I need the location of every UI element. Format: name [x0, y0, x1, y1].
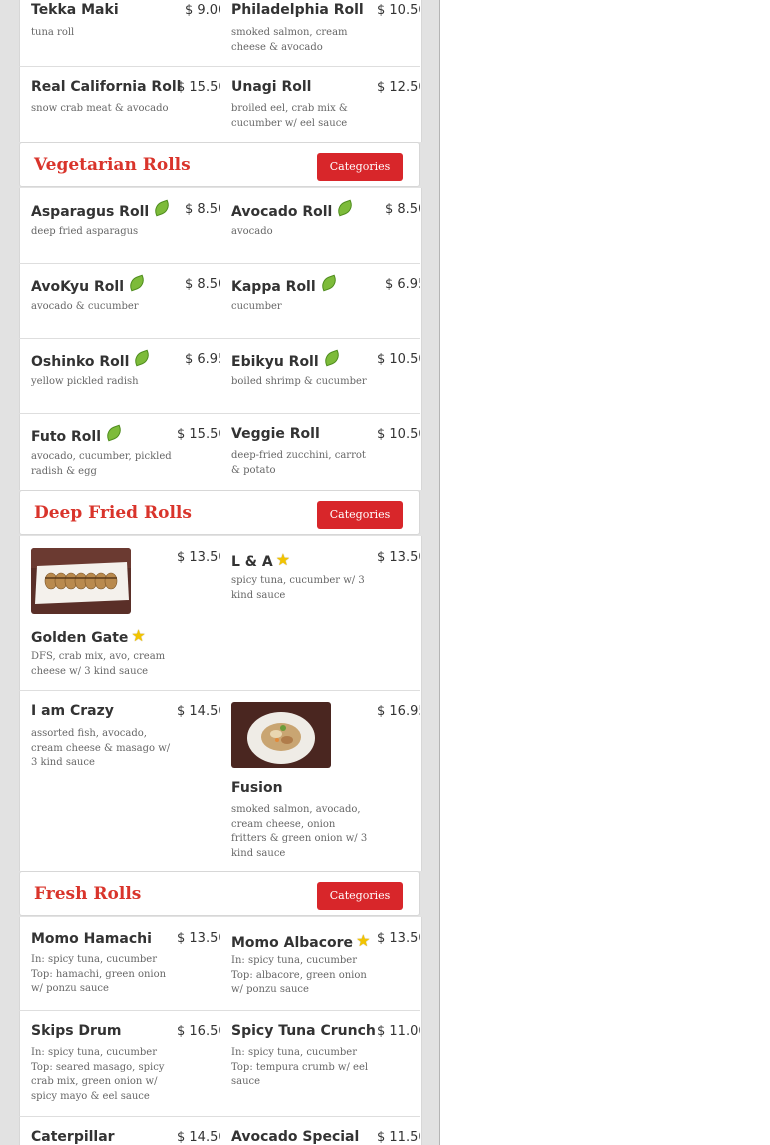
item-name: Ebikyu Roll	[231, 349, 342, 370]
item-name: Avocado Roll	[231, 199, 355, 220]
item-name: Momo Albacore ★	[231, 931, 371, 951]
item-name: Oshinko Roll	[31, 349, 152, 370]
section-header-vegetarian: Vegetarian Rolls Categories	[19, 142, 420, 187]
item-price: $ 15.50	[177, 80, 220, 95]
section-title: Fresh Rolls	[34, 884, 142, 904]
item-description: avocado & cucumber	[31, 301, 139, 312]
item-description: snow crab meat & avocado	[31, 103, 169, 114]
item-price: $ 11.50	[377, 1130, 420, 1145]
item-description: avocado, cucumber, pickled radish & egg	[31, 451, 172, 477]
row-divider	[19, 66, 420, 67]
star-icon: ★	[131, 626, 146, 645]
row-divider	[19, 338, 420, 339]
item-description: In: spicy tuna, cucumber Top: seared mas…	[31, 1047, 165, 1102]
item-description: yellow pickled radish	[31, 376, 139, 387]
fusion-photo[interactable]	[231, 702, 331, 768]
item-name: Philadelphia Roll	[231, 2, 364, 18]
item-price: $ 10.50	[377, 352, 420, 367]
row-divider	[19, 1116, 420, 1117]
item-name: Futo Roll	[31, 424, 124, 445]
item-description: In: spicy tuna, cucumber Top: hamachi, g…	[31, 954, 167, 994]
row-divider	[19, 413, 420, 414]
item-price: $ 8.50	[385, 202, 420, 217]
item-name: Avocado Special	[231, 1129, 360, 1145]
item-price: $ 10.50	[377, 427, 420, 442]
vegetarian-leaf-icon	[132, 349, 152, 367]
item-price: $ 8.50	[185, 277, 220, 292]
item-price: $ 16.95	[377, 704, 420, 719]
item-name: Fusion	[231, 780, 283, 796]
item-price: $ 13.50	[377, 931, 420, 946]
item-price: $ 6.95	[185, 352, 220, 367]
item-price: $ 9.00	[185, 3, 220, 18]
vegetarian-leaf-icon	[127, 274, 147, 292]
item-name: Veggie Roll	[231, 426, 320, 442]
item-description: DFS, crab mix, avo, cream cheese w/ 3 ki…	[31, 651, 166, 677]
item-price: $ 13.50	[177, 931, 220, 946]
item-price: $ 8.50	[185, 202, 220, 217]
row-divider	[19, 690, 420, 691]
item-description: In: spicy tuna, cucumber Top: albacore, …	[231, 955, 367, 995]
item-name: Momo Hamachi	[31, 931, 152, 947]
section-header-deep-fried: Deep Fried Rolls Categories	[19, 490, 420, 535]
item-name: Kappa Roll	[231, 274, 339, 295]
item-price: $ 13.50	[377, 550, 420, 565]
row-divider	[19, 263, 420, 264]
item-description: deep-fried zucchini, carrot & potato	[231, 450, 366, 476]
categories-button[interactable]: Categories	[317, 882, 403, 910]
vegetarian-leaf-icon	[152, 199, 172, 217]
item-name: L & A ★	[231, 550, 291, 570]
item-description: tuna roll	[31, 27, 75, 38]
item-description: avocado	[231, 226, 273, 237]
item-name: AvoKyu Roll	[31, 274, 147, 295]
item-price: $ 14.50	[177, 704, 220, 719]
item-name: I am Crazy	[31, 703, 114, 719]
item-description: In: spicy tuna, cucumber Top: tempura cr…	[231, 1047, 369, 1087]
vegetarian-leaf-icon	[322, 349, 342, 367]
item-name: Caterpillar	[31, 1129, 115, 1145]
item-name: Skips Drum	[31, 1023, 122, 1039]
section-title: Deep Fried Rolls	[34, 503, 192, 523]
item-description: assorted fish, avocado, cream cheese & m…	[31, 728, 171, 768]
item-price: $ 6.95	[385, 277, 420, 292]
vegetarian-leaf-icon	[104, 424, 124, 442]
item-description: smoked salmon, cream cheese & avocado	[231, 27, 348, 53]
section-header-fresh: Fresh Rolls Categories	[19, 871, 420, 916]
item-price: $ 13.50	[177, 550, 220, 565]
item-description: smoked salmon, avocado, cream cheese, on…	[231, 804, 368, 859]
item-name: Golden Gate ★	[31, 626, 146, 646]
item-name: Spicy Tuna Crunch	[231, 1023, 376, 1039]
item-description: cucumber	[231, 301, 282, 312]
section-title: Vegetarian Rolls	[34, 155, 191, 175]
item-price: $ 11.00	[377, 1024, 420, 1039]
item-description: deep fried asparagus	[31, 226, 139, 237]
item-price: $ 14.50	[177, 1130, 220, 1145]
categories-button[interactable]: Categories	[317, 501, 403, 529]
item-price: $ 15.50	[177, 427, 220, 442]
item-name: Tekka Maki	[31, 2, 119, 18]
row-divider	[19, 1010, 420, 1011]
vegetarian-leaf-icon	[335, 199, 355, 217]
item-name: Real California Roll	[31, 79, 182, 95]
vegetarian-leaf-icon	[319, 274, 339, 292]
item-price: $ 12.50	[377, 80, 420, 95]
item-price: $ 10.50	[377, 3, 420, 18]
menu-column: Tekka Maki tuna roll $ 9.00 Philadelphia…	[0, 0, 440, 1145]
star-icon: ★	[275, 550, 291, 569]
categories-button[interactable]: Categories	[317, 153, 403, 181]
item-description: broiled eel, crab mix & cucumber w/ eel …	[231, 103, 348, 129]
item-name: Asparagus Roll	[31, 199, 172, 220]
item-description: spicy tuna, cucumber w/ 3 kind sauce	[231, 575, 365, 601]
star-icon: ★	[356, 931, 371, 950]
item-price: $ 16.50	[177, 1024, 220, 1039]
item-description: boiled shrimp & cucumber	[231, 376, 367, 387]
item-name: Unagi Roll	[231, 79, 312, 95]
golden-gate-photo[interactable]	[31, 548, 131, 614]
